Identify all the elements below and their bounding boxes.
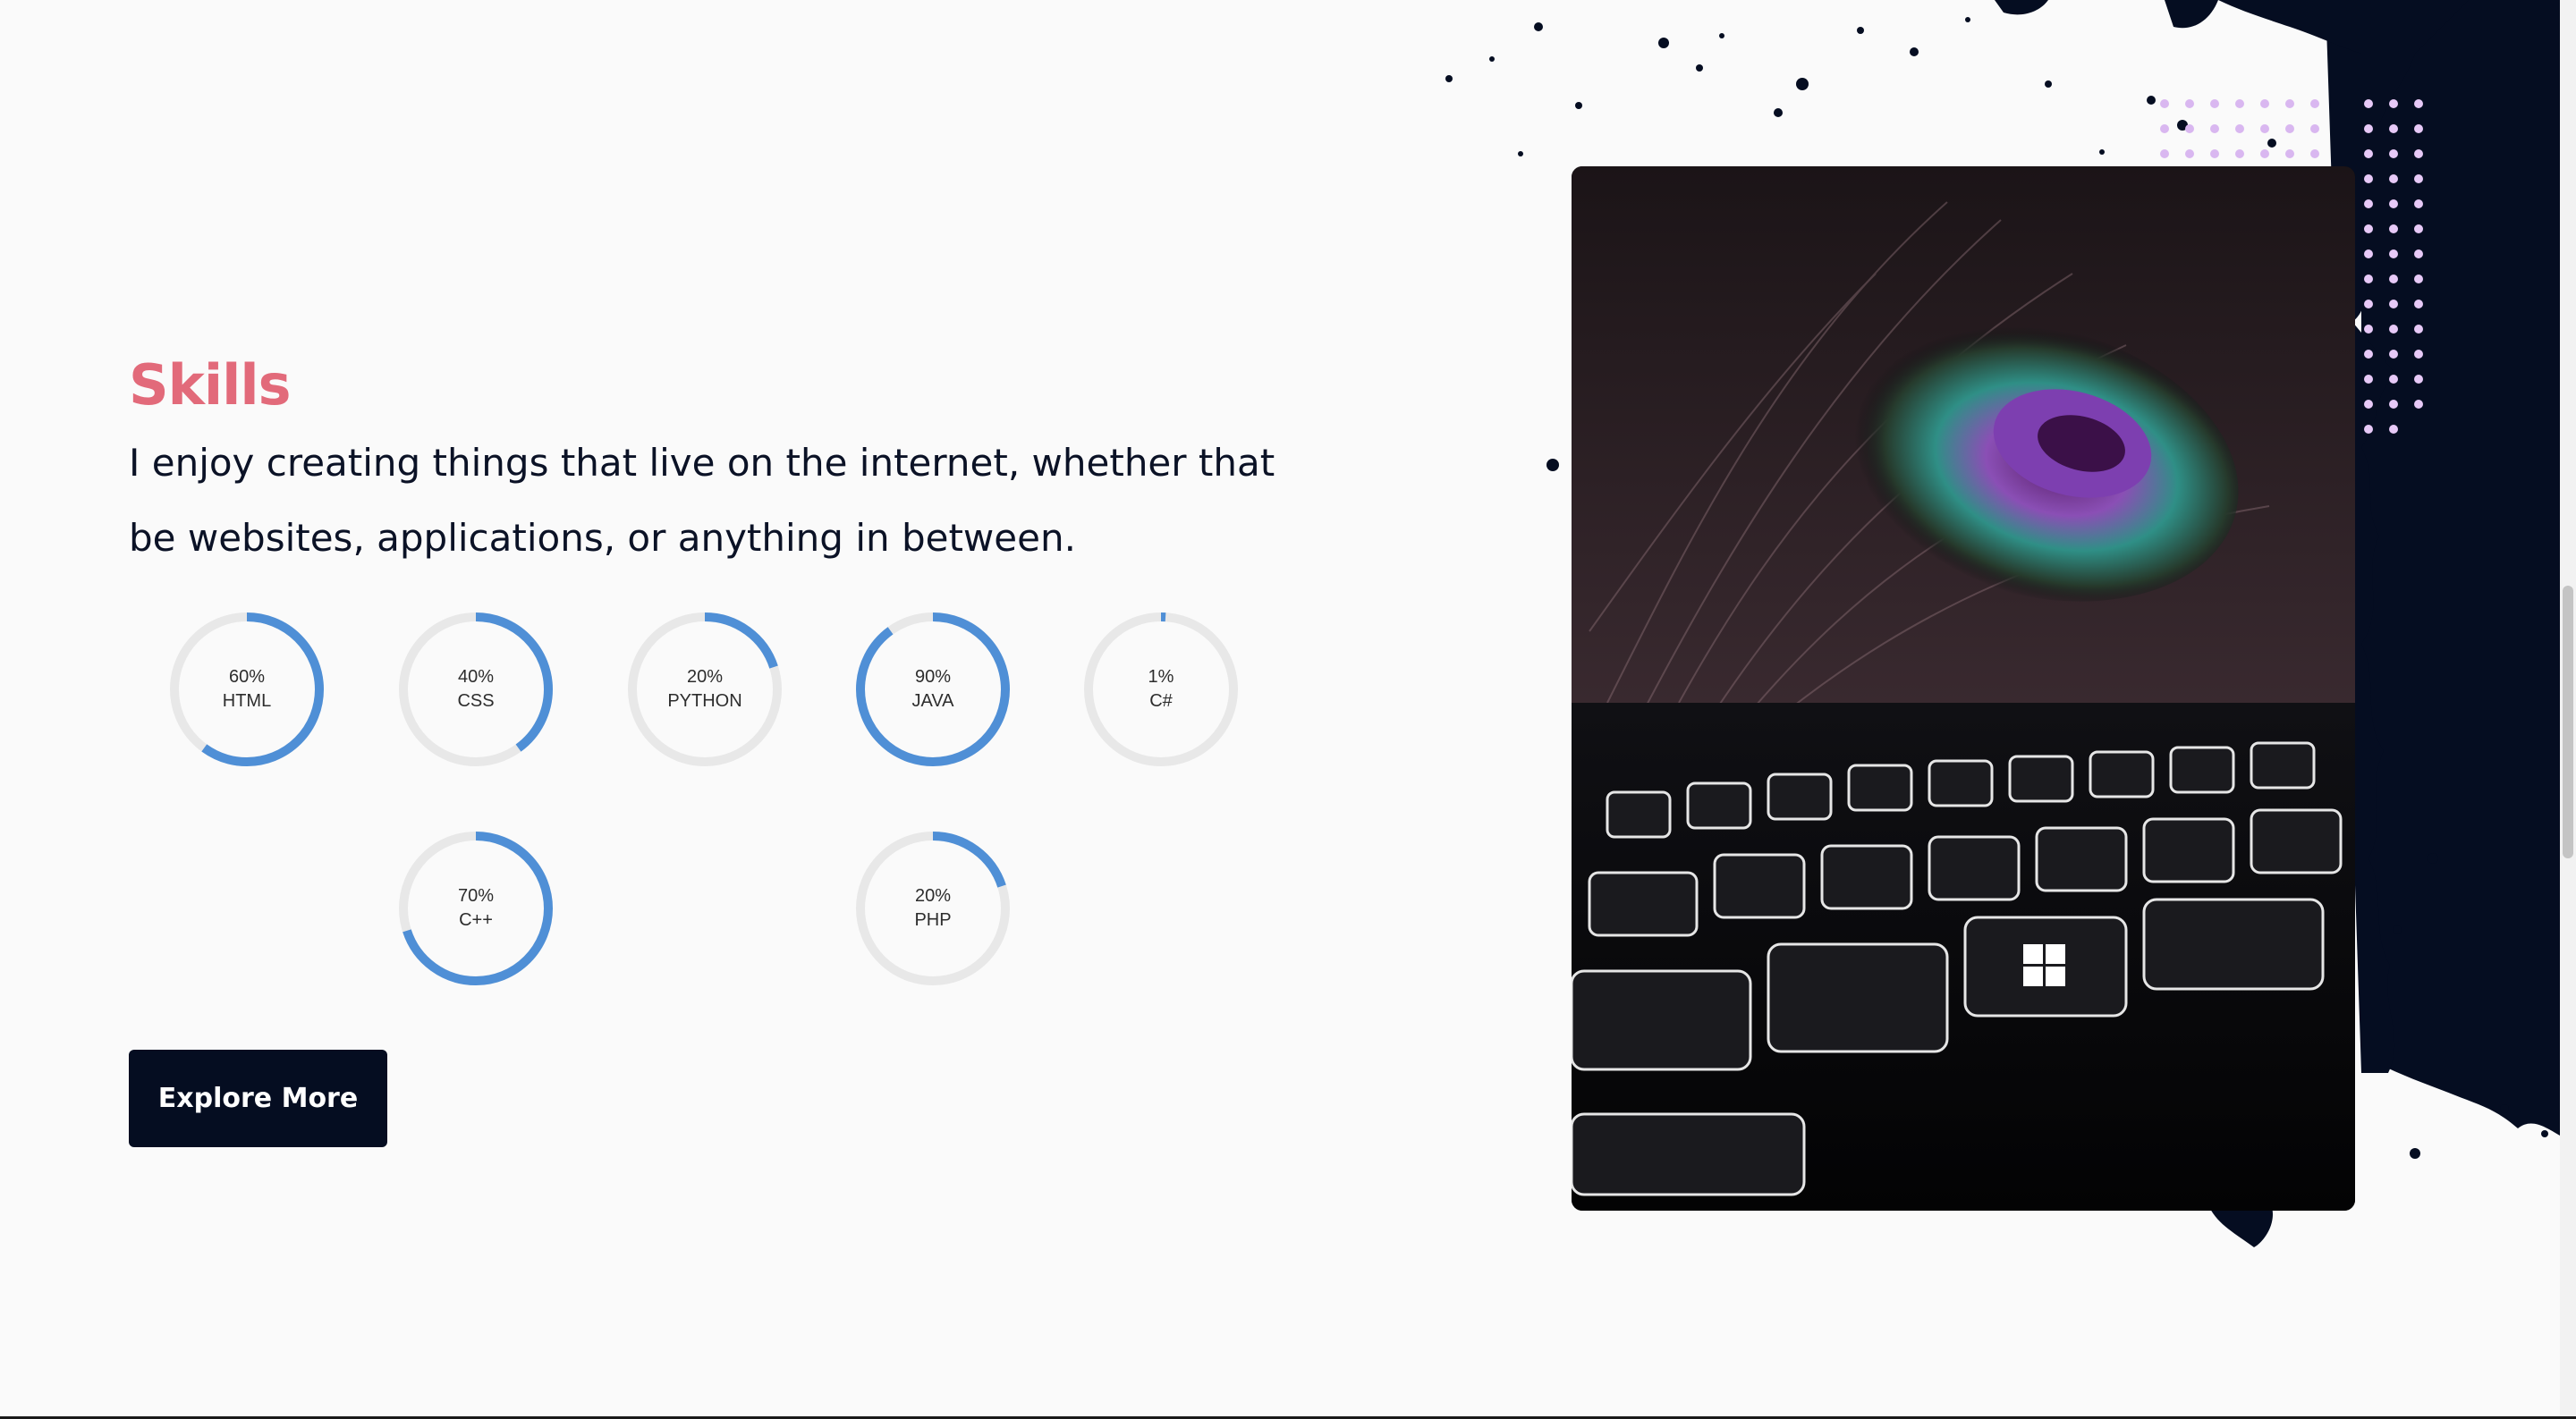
skills-page: Skills I enjoy creating things that live… — [0, 0, 2576, 1419]
skill-ring-html: 60% HTML — [168, 611, 326, 768]
skill-name: C# — [1149, 691, 1173, 711]
section-heading: Skills — [129, 352, 292, 418]
skill-ring-css: 40% CSS — [397, 611, 555, 768]
skill-ring-cpp: 70% C++ — [397, 830, 555, 987]
skill-percent: 60% — [228, 667, 266, 687]
skill-name: PYTHON — [667, 691, 742, 711]
skill-name: HTML — [222, 691, 272, 711]
section-intro: I enjoy creating things that live on the… — [129, 441, 1275, 560]
skills-section: Skills I enjoy creating things that live… — [129, 358, 1292, 576]
skill-name: JAVA — [911, 691, 954, 711]
explore-more-button[interactable]: Explore More — [129, 1050, 387, 1147]
skill-name: PHP — [914, 910, 952, 930]
skill-percent: 90% — [914, 667, 952, 687]
skill-ring-python: 20% PYTHON — [626, 611, 784, 768]
skill-ring-java: 90% JAVA — [854, 611, 1012, 768]
skill-ring-php: 20% PHP — [854, 830, 1012, 987]
skill-percent: 70% — [457, 886, 495, 906]
skill-ring-csharp: 1% C# — [1082, 611, 1240, 768]
skill-percent: 20% — [914, 886, 952, 906]
laptop-image-icon — [1572, 166, 2355, 1211]
skill-name: CSS — [457, 691, 495, 711]
skill-name: C++ — [459, 910, 493, 930]
skill-percent: 1% — [1148, 667, 1174, 687]
scrollbar-thumb[interactable] — [2563, 586, 2573, 858]
skill-percent: 40% — [457, 667, 495, 687]
skill-percent: 20% — [686, 667, 724, 687]
laptop-keyboard-photo — [1572, 166, 2355, 1211]
